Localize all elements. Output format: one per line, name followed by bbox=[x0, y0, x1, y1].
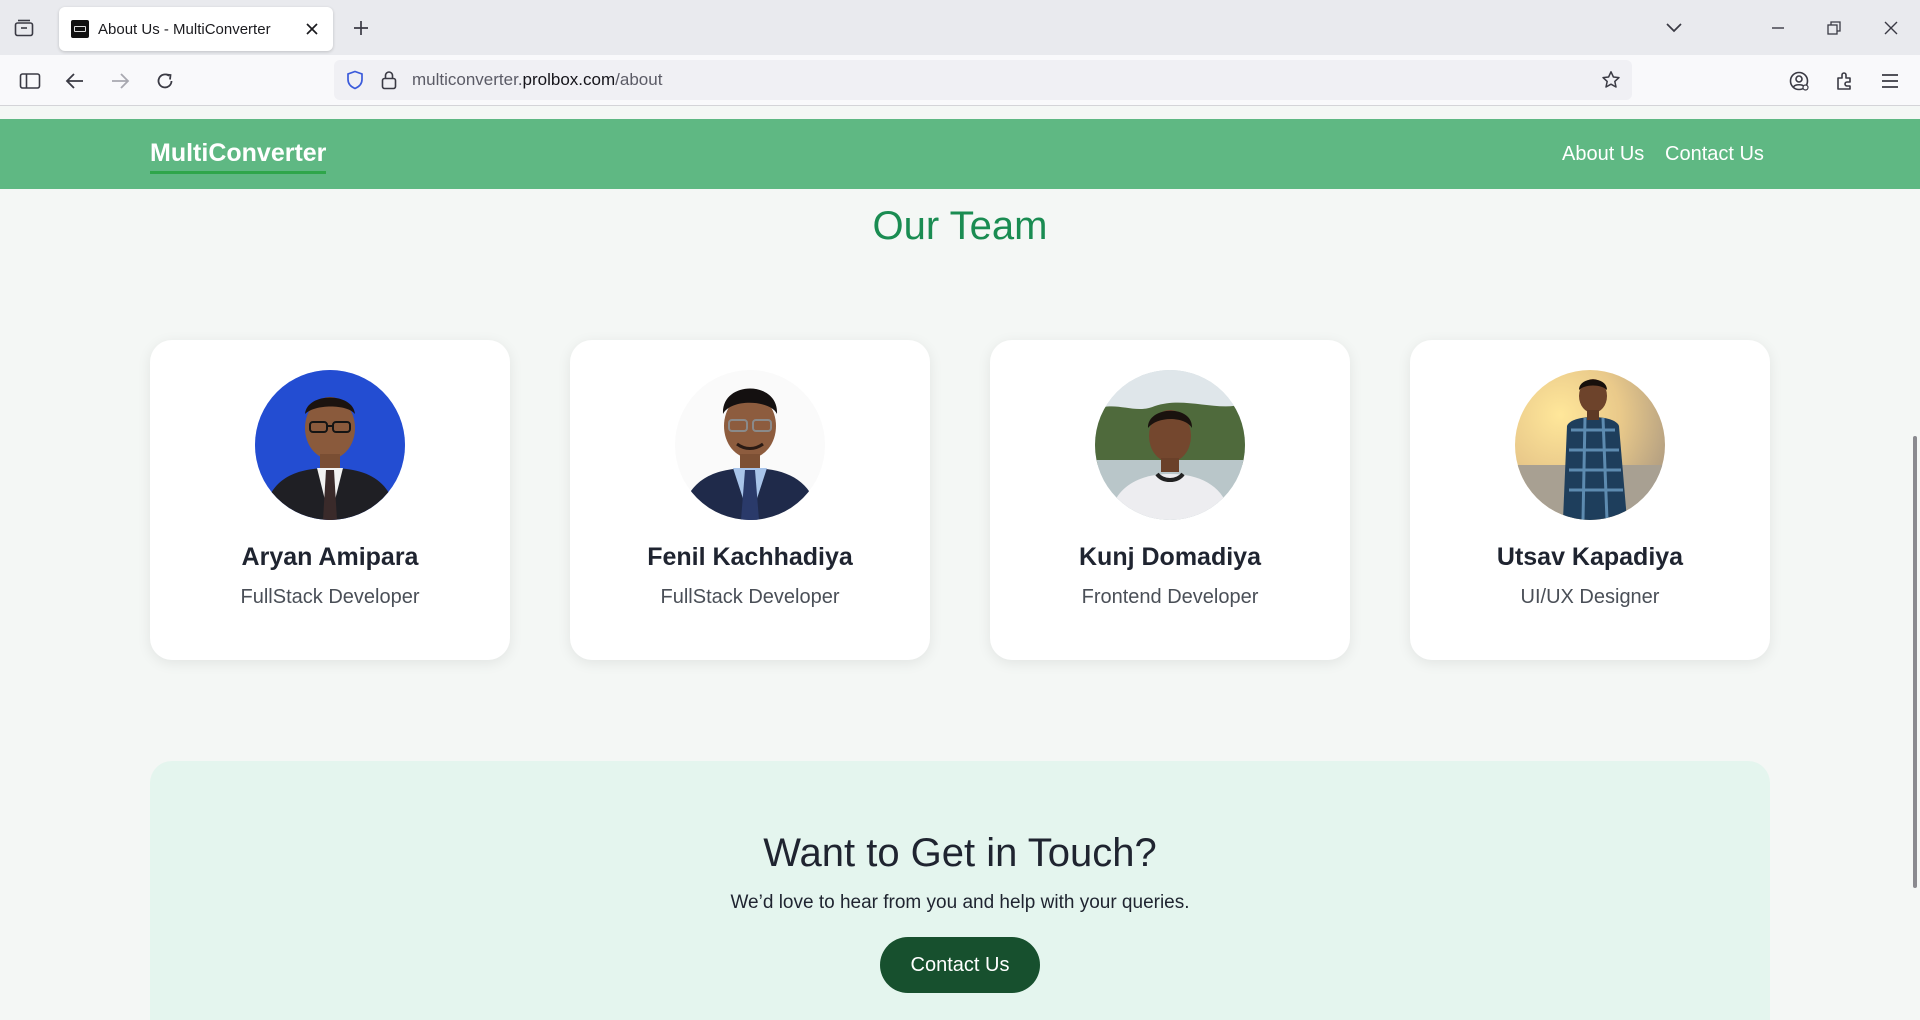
app-menu-icon[interactable] bbox=[1875, 66, 1905, 96]
forward-arrow-icon[interactable] bbox=[105, 66, 135, 96]
page-scrollbar[interactable] bbox=[1904, 106, 1920, 1020]
member-photo bbox=[255, 370, 405, 520]
reload-icon[interactable] bbox=[150, 66, 180, 96]
address-bar[interactable]: multiconverter.prolbox.com/about bbox=[334, 60, 1632, 100]
contact-subtitle: We’d love to hear from you and help with… bbox=[730, 892, 1190, 913]
back-arrow-icon[interactable] bbox=[60, 66, 90, 96]
url-host: prolbox.com bbox=[522, 70, 616, 89]
browser-nav-bar: multiconverter.prolbox.com/about bbox=[0, 55, 1920, 106]
site-brand-logo[interactable]: MultiConverter bbox=[150, 139, 327, 174]
contact-title: Want to Get in Touch? bbox=[763, 831, 1157, 875]
team-card: Kunj Domadiya Frontend Developer bbox=[990, 340, 1350, 660]
minimize-icon[interactable] bbox=[1764, 14, 1792, 42]
team-card: Utsav Kapadiya UI/UX Designer bbox=[1410, 340, 1770, 660]
browser-tab-active[interactable]: About Us - MultiConverter bbox=[59, 7, 333, 51]
lock-icon[interactable] bbox=[378, 69, 400, 91]
member-name: Kunj Domadiya bbox=[1079, 543, 1261, 571]
list-all-tabs-icon[interactable] bbox=[1660, 14, 1688, 42]
site-header: MultiConverter About Us Contact Us bbox=[0, 119, 1920, 189]
nav-link-about-us[interactable]: About Us bbox=[1562, 143, 1644, 166]
close-window-icon[interactable] bbox=[1877, 14, 1905, 42]
member-name: Fenil Kachhadiya bbox=[647, 543, 853, 571]
page-viewport: MultiConverter About Us Contact Us Our T… bbox=[0, 106, 1920, 1020]
extensions-icon[interactable] bbox=[1830, 66, 1860, 96]
member-photo bbox=[675, 370, 825, 520]
restore-icon[interactable] bbox=[1820, 14, 1848, 42]
bookmark-star-icon[interactable] bbox=[1600, 69, 1622, 91]
member-role: Frontend Developer bbox=[1081, 586, 1259, 608]
site-favicon-icon bbox=[71, 20, 89, 38]
member-photo bbox=[1515, 370, 1665, 520]
url-path: /about bbox=[615, 70, 663, 89]
team-section-title: Our Team bbox=[872, 204, 1048, 248]
close-tab-icon[interactable] bbox=[301, 18, 323, 40]
member-photo bbox=[1095, 370, 1245, 520]
tab-title: About Us - MultiConverter bbox=[98, 20, 271, 38]
scrollbar-thumb[interactable] bbox=[1913, 436, 1917, 888]
browser-tab-bar: About Us - MultiConverter bbox=[0, 0, 1920, 55]
member-role: UI/UX Designer bbox=[1520, 586, 1660, 608]
url-text[interactable]: multiconverter.prolbox.com/about bbox=[412, 70, 662, 90]
member-role: FullStack Developer bbox=[660, 586, 840, 608]
member-name: Aryan Amipara bbox=[241, 543, 419, 571]
tab-list-icon[interactable] bbox=[11, 15, 37, 41]
team-card: Fenil Kachhadiya FullStack Developer bbox=[570, 340, 930, 660]
contact-us-button[interactable]: Contact Us bbox=[880, 937, 1040, 993]
tracking-protection-shield-icon[interactable] bbox=[344, 69, 366, 91]
nav-link-contact-us[interactable]: Contact Us bbox=[1665, 143, 1764, 166]
contact-section: Want to Get in Touch? We’d love to hear … bbox=[150, 761, 1770, 1020]
member-role: FullStack Developer bbox=[240, 586, 420, 608]
new-tab-icon[interactable] bbox=[349, 16, 373, 40]
account-icon[interactable] bbox=[1784, 66, 1814, 96]
team-card: Aryan Amipara FullStack Developer bbox=[150, 340, 510, 660]
sidebar-toggle-icon[interactable] bbox=[15, 66, 45, 96]
member-name: Utsav Kapadiya bbox=[1496, 543, 1684, 571]
url-host-prefix: multiconverter. bbox=[412, 70, 523, 89]
